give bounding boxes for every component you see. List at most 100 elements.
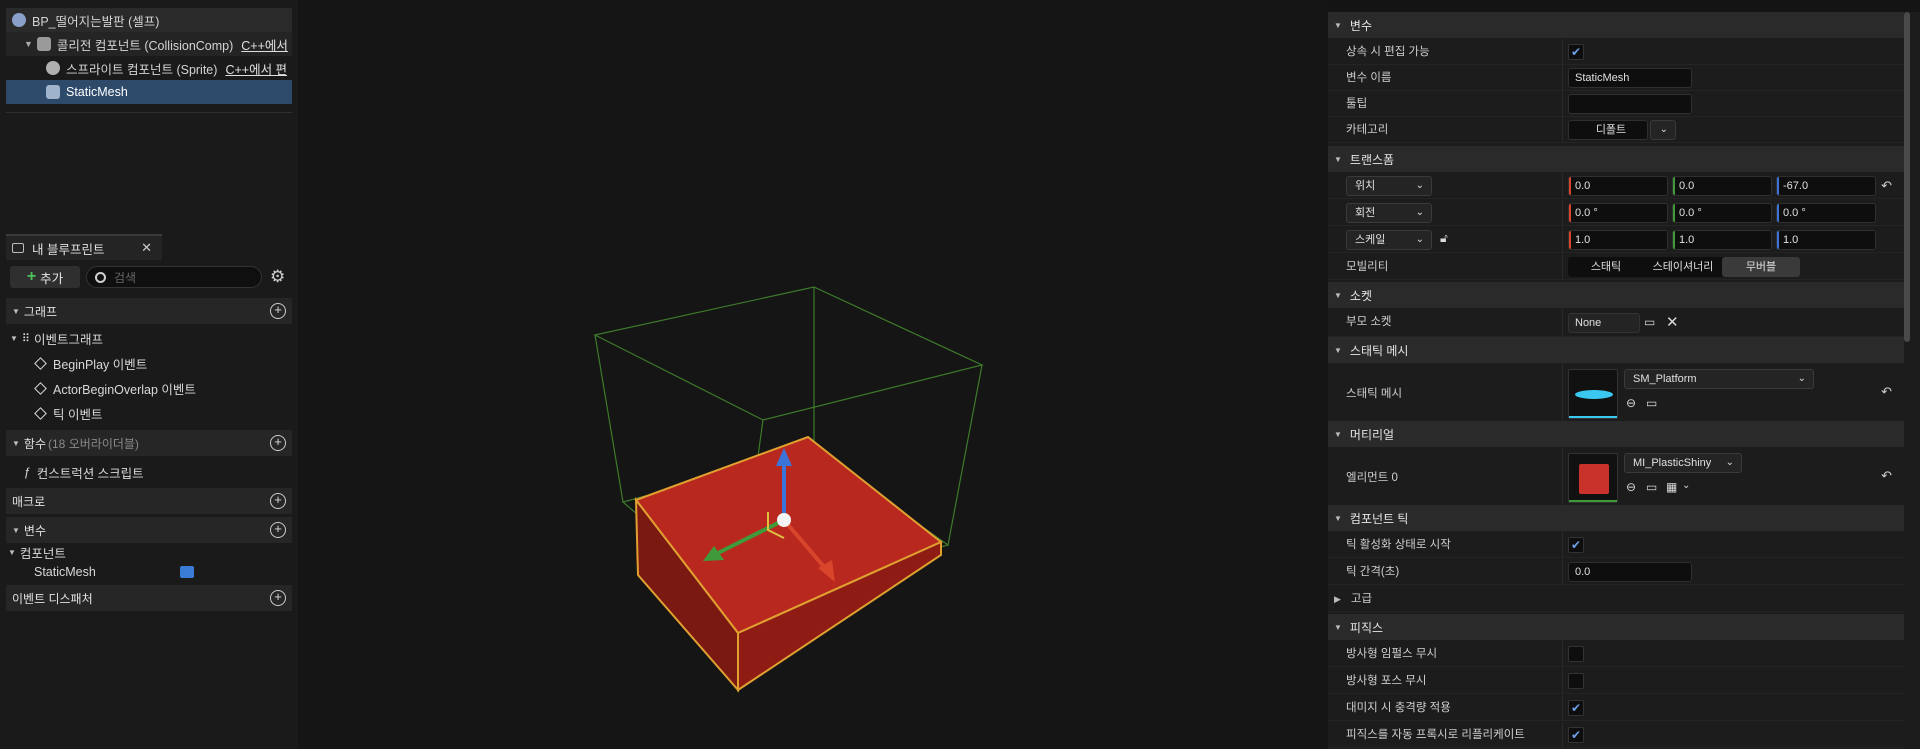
browse-icon[interactable]: ▭	[1646, 396, 1657, 410]
category-event-dispatchers[interactable]: 이벤트 디스패처 +	[6, 585, 292, 611]
search-input[interactable]: 검색	[86, 266, 262, 288]
section-variable[interactable]: ▼ 변수	[1328, 12, 1904, 38]
use-selected-icon[interactable]: ⊖	[1626, 480, 1636, 494]
category-macros[interactable]: 매크로 +	[6, 488, 292, 514]
tooltip-field[interactable]	[1568, 94, 1692, 114]
rotation-z-field[interactable]: 0.0 °	[1776, 203, 1876, 223]
material-dropdown[interactable]: MI_PlasticShiny ⌄	[1624, 453, 1742, 473]
viewport[interactable]	[298, 0, 1328, 749]
start-tick-enabled-checkbox[interactable]: ✔	[1568, 537, 1584, 553]
variable-name-label: 변수 이름	[1346, 72, 1392, 84]
tree-item-collision[interactable]: ▼ 콜리전 컴포넌트 (CollisionComp) C++에서	[6, 32, 292, 56]
viewport-scene	[593, 286, 984, 693]
tree-item-sprite[interactable]: 스프라이트 컴포넌트 (Sprite) C++에서 편	[6, 56, 292, 80]
section-static-mesh[interactable]: ▼ 스태틱 메시	[1328, 337, 1904, 363]
cpp-link[interactable]: C++에서 편	[225, 59, 287, 78]
editable-when-inherited-checkbox[interactable]: ✔	[1568, 44, 1584, 60]
mobility-option-static[interactable]: 스태틱	[1568, 257, 1644, 277]
location-x-field[interactable]: 0.0	[1568, 176, 1668, 196]
chevron-down-icon[interactable]: ▼	[24, 39, 33, 49]
section-materials[interactable]: ▼ 머티리얼	[1328, 421, 1904, 447]
rotation-mode-dropdown[interactable]: 회전 ⌄	[1346, 203, 1432, 223]
category-field[interactable]: 디폴트	[1568, 120, 1648, 140]
details-header-strip	[1328, 0, 1920, 12]
scale-z-field[interactable]: 1.0	[1776, 230, 1876, 250]
chevron-down-icon: ▼	[1334, 622, 1342, 632]
rotation-x-field[interactable]: 0.0 °	[1568, 203, 1668, 223]
variable-name-field[interactable]: StaticMesh	[1568, 68, 1692, 88]
list-item-event[interactable]: 틱 이벤트	[6, 401, 292, 425]
tree-root[interactable]: BP_떨어지는발판 (셀프)	[6, 8, 292, 32]
checker-icon[interactable]: ▦	[1666, 480, 1677, 494]
scale-mode-dropdown[interactable]: 스케일 ⌄	[1346, 230, 1432, 250]
category-graphs[interactable]: ▼ 그래프 +	[6, 298, 292, 324]
category-variables[interactable]: ▼ 변수 +	[6, 517, 292, 543]
divider	[6, 112, 292, 113]
z-axis-marker	[1777, 177, 1779, 195]
browse-icon[interactable]: ▭	[1646, 480, 1657, 494]
section-component-tick[interactable]: ▼ 컴포넌트 틱	[1328, 505, 1904, 531]
add-macro-icon[interactable]: +	[270, 493, 286, 509]
tree-item-event-graph[interactable]: ▼ ⠿ 이벤트그래프	[6, 326, 292, 350]
event-label: BeginPlay 이벤트	[53, 357, 148, 372]
rotation-x-value: 0.0 °	[1575, 207, 1598, 219]
tree-item-components[interactable]: ▼ 컴포넌트	[6, 542, 292, 562]
divider	[1562, 200, 1563, 225]
section-transform[interactable]: ▼ 트랜스폼	[1328, 146, 1904, 172]
use-selected-icon[interactable]: ⊖	[1626, 396, 1636, 410]
rotation-y-field[interactable]: 0.0 °	[1672, 203, 1772, 223]
parent-socket-field[interactable]: None	[1568, 313, 1640, 333]
static-mesh-dropdown[interactable]: SM_Platform ⌄	[1624, 369, 1814, 389]
advanced-toggle[interactable]: ▶ 고급	[1334, 586, 1372, 612]
cpp-link[interactable]: C++에서	[241, 35, 288, 54]
reset-icon[interactable]: ↶	[1881, 178, 1892, 194]
add-graph-icon[interactable]: +	[270, 303, 286, 319]
tree-item-static-mesh[interactable]: StaticMesh	[6, 80, 292, 104]
mesh-preview	[1575, 390, 1613, 399]
mobility-option-stationary[interactable]: 스테이셔너리	[1644, 257, 1722, 277]
platform-mesh[interactable]	[634, 435, 943, 693]
replicate-physics-checkbox[interactable]: ✔	[1568, 727, 1584, 743]
section-sockets[interactable]: ▼ 소켓	[1328, 282, 1904, 308]
scale-label: 스케일	[1355, 234, 1386, 246]
material-thumbnail[interactable]	[1568, 453, 1618, 503]
ignore-radial-force-checkbox[interactable]	[1568, 673, 1584, 689]
mobility-option-movable[interactable]: 무버블	[1722, 257, 1800, 277]
add-button[interactable]: + 추가	[10, 266, 80, 288]
category-dropdown[interactable]: ⌄	[1650, 120, 1676, 140]
y-axis-marker	[1673, 177, 1675, 195]
divider	[1562, 722, 1563, 747]
tree-item-construction-script[interactable]: ƒ 컨스트럭션 스크립트	[6, 460, 292, 484]
scale-z-value: 1.0	[1783, 234, 1799, 246]
list-item-event[interactable]: ActorBeginOverlap 이벤트	[6, 376, 292, 400]
close-icon[interactable]: ✕	[141, 240, 152, 256]
lock-icon[interactable]: 🔓︎	[1440, 231, 1448, 246]
scale-y-field[interactable]: 1.0	[1672, 230, 1772, 250]
x-axis-marker	[1569, 231, 1571, 249]
rotation-y-value: 0.0 °	[1679, 207, 1702, 219]
add-function-icon[interactable]: +	[270, 435, 286, 451]
ignore-radial-impulse-checkbox[interactable]	[1568, 646, 1584, 662]
chevron-down-icon[interactable]: ⌄	[1682, 480, 1690, 491]
add-event-dispatcher-icon[interactable]: +	[270, 590, 286, 606]
details-scrollbar[interactable]	[1904, 12, 1910, 342]
static-mesh-thumbnail[interactable]	[1568, 369, 1618, 419]
apply-impulse-on-damage-checkbox[interactable]: ✔	[1568, 700, 1584, 716]
location-z-field[interactable]: -67.0	[1776, 176, 1876, 196]
add-variable-icon[interactable]: +	[270, 522, 286, 538]
tab-my-blueprint[interactable]: 내 블루프린트 ✕	[6, 234, 162, 260]
reset-icon[interactable]: ↶	[1881, 384, 1892, 400]
scale-x-field[interactable]: 1.0	[1568, 230, 1668, 250]
section-physics[interactable]: ▼ 피직스	[1328, 614, 1904, 640]
reset-icon[interactable]: ↶	[1881, 468, 1892, 484]
row-advanced[interactable]: ▶ 고급	[1328, 586, 1904, 612]
clear-icon[interactable]: ✕	[1666, 313, 1679, 331]
location-mode-dropdown[interactable]: 위치 ⌄	[1346, 176, 1432, 196]
browse-icon[interactable]: ▭	[1644, 315, 1655, 329]
tick-interval-field[interactable]: 0.0	[1568, 562, 1692, 582]
variable-item-static-mesh[interactable]: StaticMesh	[6, 561, 292, 583]
category-functions[interactable]: ▼ 함수 (18 오버라이더블) +	[6, 430, 292, 456]
list-item-event[interactable]: BeginPlay 이벤트	[6, 351, 292, 375]
location-y-field[interactable]: 0.0	[1672, 176, 1772, 196]
gear-icon[interactable]: ⚙	[270, 267, 285, 287]
